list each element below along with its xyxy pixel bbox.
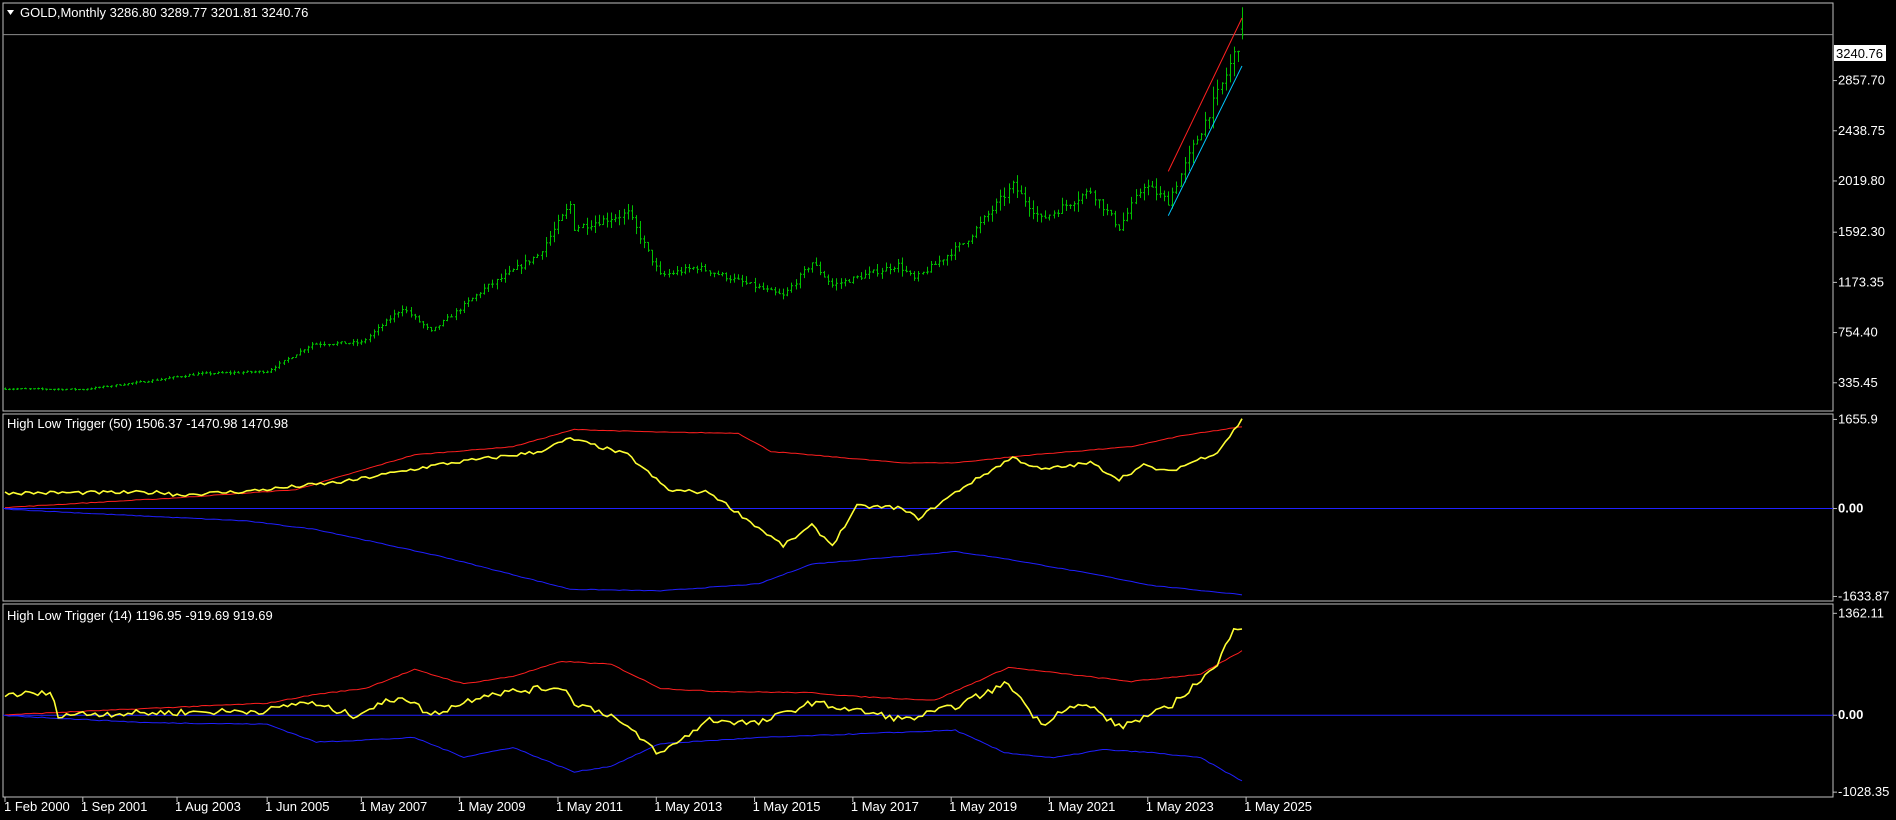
indicator-pane-14[interactable] <box>2 603 1834 798</box>
x-tick-label: 1 May 2021 <box>1047 799 1115 814</box>
x-tick-label: 1 May 2013 <box>654 799 722 814</box>
y-tick-label: 2019.80 <box>1838 173 1885 188</box>
y-tick-label: 1173.35 <box>1838 274 1884 289</box>
price-bar <box>49 388 52 390</box>
chart-svg: 335.45 754.40 1173.35 1592.30 2019.80 2438.75… <box>2 2 1889 814</box>
indicator-14-title: High Low Trigger (14) 1196.95 -919.69 91… <box>7 608 273 623</box>
x-tick-label: 1 May 2019 <box>949 799 1017 814</box>
x-tick-label: 1 Jun 2005 <box>265 799 329 814</box>
indicator-pane-50[interactable] <box>2 413 1834 602</box>
y-tick-label: 0.00 <box>1838 501 1863 516</box>
x-axis-labels: 1 Feb 2000 1 Sep 2001 1 Aug 2003 1 Jun 2005… <box>4 797 1312 814</box>
price-pane-title: GOLD,Monthly 3286.80 3289.77 3201.81 324… <box>20 5 308 20</box>
x-tick-label: 1 Aug 2003 <box>175 799 241 814</box>
x-tick-label: 1 May 2015 <box>753 799 821 814</box>
x-tick-label: 1 May 2011 <box>556 799 623 814</box>
y-tick-label: 335.45 <box>1838 375 1878 390</box>
y-tick-label: 2438.75 <box>1838 123 1885 138</box>
x-tick-label: 1 May 2023 <box>1146 799 1214 814</box>
x-tick-label: 1 May 2009 <box>458 799 526 814</box>
y-tick-label: 1655.9 <box>1838 411 1878 426</box>
x-tick-label: 1 Sep 2001 <box>81 799 148 814</box>
x-tick-label: 1 May 2017 <box>851 799 919 814</box>
y-tick-label: -1028.35 <box>1838 784 1889 799</box>
y-tick-label: 1592.30 <box>1838 224 1885 239</box>
x-tick-label: 1 May 2007 <box>359 799 427 814</box>
price-pane[interactable] <box>2 2 1834 412</box>
y-tick-label: 754.40 <box>1838 325 1878 340</box>
y-tick-label: 2857.70 <box>1838 73 1885 88</box>
indicator-50-title: High Low Trigger (50) 1506.37 -1470.98 1… <box>7 416 288 431</box>
y-tick-label: 1362.11 <box>1838 605 1884 620</box>
y-tick-label: 0.00 <box>1838 707 1863 722</box>
x-tick-label: 1 May 2025 <box>1244 799 1312 814</box>
y-tick-label: -1633.87 <box>1838 588 1889 603</box>
y-axis-labels: 335.45 754.40 1173.35 1592.30 2019.80 2438.75… <box>1833 73 1889 799</box>
last-price-label: 3240.76 <box>1836 46 1883 61</box>
x-tick-label: 1 Feb 2000 <box>4 799 70 814</box>
